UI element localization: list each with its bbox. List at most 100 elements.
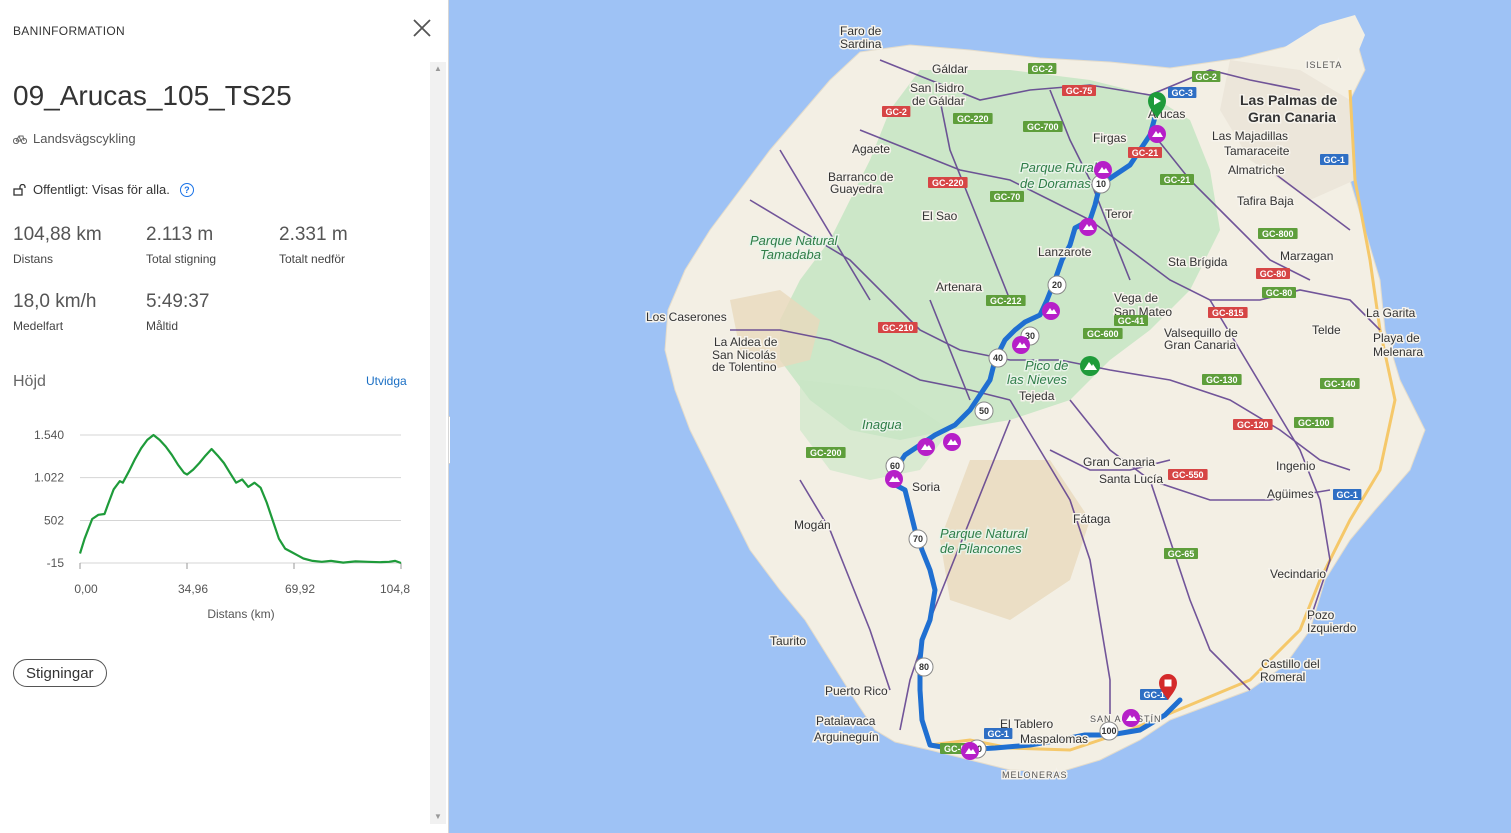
map-label: Melenara	[1373, 345, 1423, 359]
road-tag: GC-120	[1233, 419, 1273, 430]
map-label: de Gáldar	[912, 94, 965, 108]
road-tag: GC-1	[984, 728, 1013, 739]
map-label: Puerto Rico	[825, 684, 888, 698]
map-label: Telde	[1312, 323, 1341, 337]
mountain-icon	[1122, 709, 1140, 727]
summit-marker-icon[interactable]	[1080, 356, 1100, 376]
map-label: Parque Rural	[1020, 160, 1098, 175]
svg-text:GC-80: GC-80	[1260, 269, 1287, 279]
km-marker: 80	[914, 657, 934, 677]
svg-text:GC-212: GC-212	[990, 296, 1022, 306]
map-label: Parque Natural	[940, 526, 1029, 541]
mountain-icon	[1042, 302, 1060, 320]
map-label: Tamaraceite	[1224, 144, 1290, 158]
x-tick-label: 104,8	[380, 582, 410, 596]
svg-text:GC-140: GC-140	[1324, 379, 1356, 389]
map-label: Fátaga	[1073, 512, 1111, 526]
map-label: El Sao	[922, 209, 958, 223]
map-label: Parque Natural	[750, 233, 839, 248]
close-button[interactable]	[410, 16, 434, 40]
svg-text:GC-1: GC-1	[987, 729, 1009, 739]
map-label: las Nieves	[1007, 372, 1067, 387]
svg-text:10: 10	[1096, 179, 1106, 189]
map-label: Pico de	[1025, 358, 1068, 373]
map-label: Vecindario	[1270, 567, 1326, 581]
elevation-chart[interactable]: 1.540 1.022 502 -15 0,00 34,96 69,92 104,8 Dista…	[0, 415, 430, 630]
map-label: Los Caserones	[646, 310, 727, 324]
mountain-icon	[1079, 218, 1097, 236]
map-label: Gran Canaria	[1248, 109, 1336, 125]
map-label: Las Majadillas	[1212, 129, 1288, 143]
km-marker: 70	[908, 529, 928, 549]
road-tag: GC-100	[1294, 417, 1334, 428]
svg-text:GC-1: GC-1	[1323, 155, 1345, 165]
stat-label: Medelfart	[13, 319, 64, 333]
svg-text:GC-65: GC-65	[1168, 549, 1195, 559]
bicycle-icon	[13, 135, 27, 144]
km-marker: 50	[974, 401, 994, 421]
stat-value: 2.331 m	[279, 224, 348, 245]
route-info-panel: BANINFORMATION ▲ ▼ 09_Arucas_105_TS25 La…	[0, 0, 449, 833]
scroll-down-icon[interactable]: ▼	[430, 810, 446, 824]
svg-text:GC-550: GC-550	[1172, 470, 1204, 480]
map-label: Vega de	[1114, 291, 1158, 305]
close-icon	[413, 19, 431, 37]
route-name: 09_Arucas_105_TS25	[13, 80, 292, 111]
stat-target-time: 5:49:37 Måltid	[146, 291, 209, 333]
y-tick-label: 1.540	[34, 428, 64, 442]
map-label: Guayedra	[830, 182, 883, 196]
map-label: Maspalomas	[1020, 732, 1088, 746]
map-label: La Garita	[1366, 306, 1416, 320]
help-icon[interactable]: ?	[179, 182, 194, 197]
road-tag: GC-21	[1128, 147, 1162, 158]
svg-text:GC-2: GC-2	[1031, 64, 1053, 74]
svg-text:GC-3: GC-3	[1171, 88, 1193, 98]
map-label: Izquierdo	[1307, 621, 1357, 635]
activity-label: Landsvägscykling	[33, 131, 136, 146]
svg-text:GC-1: GC-1	[1336, 490, 1358, 500]
stat-label: Distans	[13, 252, 54, 266]
svg-text:GC-220: GC-220	[957, 114, 989, 124]
map-label: Castillo del	[1261, 657, 1320, 671]
svg-text:GC-80: GC-80	[1266, 288, 1293, 298]
road-tag: GC-200	[806, 447, 846, 458]
scrollbar[interactable]: ▲ ▼	[430, 62, 446, 824]
svg-text:40: 40	[993, 353, 1003, 363]
map[interactable]: Faro deSardina Gáldar San Isidrode Gáldar A…	[450, 0, 1511, 833]
stat-label: Totalt nedför	[279, 252, 346, 266]
road-tag: GC-1	[1333, 489, 1362, 500]
stat-distance: 104,88 km Distans	[13, 224, 102, 266]
svg-text:GC-210: GC-210	[882, 323, 914, 333]
road-tag: GC-2	[1192, 71, 1221, 82]
climbs-button[interactable]: Stigningar	[13, 659, 107, 687]
road-tag: GC-210	[878, 322, 918, 333]
y-tick-label: 502	[44, 513, 64, 527]
mountain-icon	[943, 433, 961, 451]
map-label: de Tolentino	[712, 360, 777, 374]
map-label: Sardina	[840, 37, 882, 51]
svg-text:GC-130: GC-130	[1206, 375, 1238, 385]
km-marker: 20	[1047, 275, 1067, 295]
scroll-up-icon[interactable]: ▲	[430, 62, 446, 76]
mountain-icon	[1012, 336, 1030, 354]
svg-text:GC-120: GC-120	[1237, 420, 1269, 430]
km-marker: 100	[1099, 721, 1119, 741]
map-label: Tejeda	[1019, 389, 1055, 403]
unlock-icon	[13, 183, 26, 196]
x-tick-label: 0,00	[74, 582, 98, 596]
svg-text:GC-200: GC-200	[810, 448, 842, 458]
map-label: Teror	[1105, 207, 1132, 221]
svg-text:GC-2: GC-2	[885, 107, 907, 117]
y-tick-label: 1.022	[34, 471, 64, 485]
visibility-label: Offentligt: Visas för alla.	[33, 182, 170, 197]
road-tag: GC-220	[953, 113, 993, 124]
mountain-icon	[1094, 161, 1112, 179]
expand-link[interactable]: Utvidga	[366, 374, 407, 388]
map-label: Faro de	[840, 24, 882, 38]
road-tag: GC-75	[1062, 85, 1096, 96]
stat-value: 5:49:37	[146, 291, 210, 312]
road-tag: GC-1	[1320, 154, 1349, 165]
map-label: Marzagan	[1280, 249, 1333, 263]
map-label: MELONERAS	[1002, 770, 1068, 780]
svg-text:20: 20	[1052, 280, 1062, 290]
